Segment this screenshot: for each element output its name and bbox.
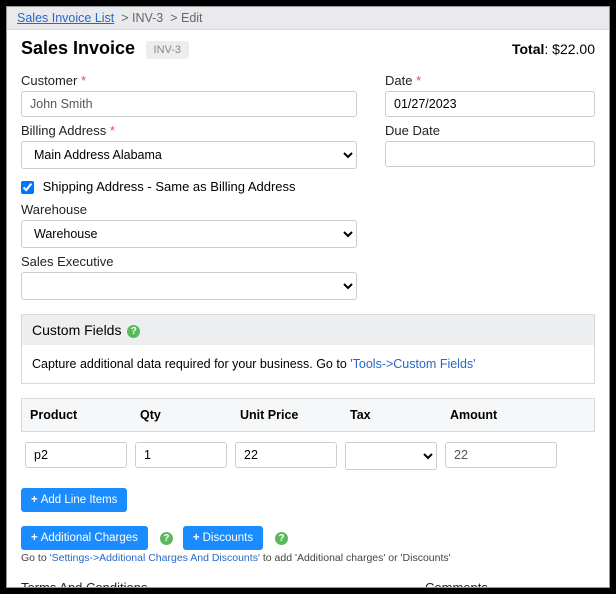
shipping-same-checkbox[interactable] [21, 181, 34, 194]
col-qty: Qty [132, 399, 232, 431]
custom-fields-link[interactable]: 'Tools->Custom Fields' [350, 357, 475, 371]
plus-icon: + [193, 532, 200, 544]
custom-fields-title: Custom Fields [32, 322, 121, 338]
billing-label: Billing Address [21, 123, 357, 138]
discounts-button[interactable]: +Discounts [183, 526, 263, 550]
custom-fields-section: Custom Fields ? Capture additional data … [21, 314, 595, 384]
salesexec-select[interactable] [21, 272, 357, 300]
additional-charges-button[interactable]: +Additional Charges [21, 526, 148, 550]
total-display: Total: $22.00 [512, 41, 595, 57]
col-price: Unit Price [232, 399, 342, 431]
customer-label: Customer [21, 73, 357, 88]
plus-icon: + [31, 532, 38, 544]
help-icon[interactable]: ? [127, 325, 140, 338]
invoice-id-badge: INV-3 [146, 41, 190, 59]
price-input[interactable] [235, 442, 337, 468]
settings-note: Go to 'Settings->Additional Charges And … [21, 552, 595, 564]
tax-select[interactable] [345, 442, 437, 470]
page-title: Sales Invoice [21, 38, 135, 59]
total-value: $22.00 [552, 41, 595, 57]
qty-input[interactable] [135, 442, 227, 468]
breadcrumb: Sales Invoice List > INV-3 > Edit [7, 7, 609, 30]
grid-row [21, 432, 595, 480]
line-items-grid: Product Qty Unit Price Tax Amount [21, 398, 595, 480]
comments-label: Comments [425, 580, 595, 588]
product-input[interactable] [25, 442, 127, 468]
duedate-field[interactable] [385, 141, 595, 167]
custom-fields-text: Capture additional data required for you… [32, 357, 350, 371]
breadcrumb-root-link[interactable]: Sales Invoice List [17, 11, 114, 25]
warehouse-select[interactable]: Warehouse [21, 220, 357, 248]
settings-link[interactable]: 'Settings->Additional Charges And Discou… [50, 552, 260, 564]
col-amount: Amount [442, 399, 562, 431]
date-label: Date [385, 73, 595, 88]
shipping-same-label: Shipping Address - Same as Billing Addre… [43, 179, 296, 194]
col-tax: Tax [342, 399, 442, 431]
salesexec-label: Sales Executive [21, 254, 357, 269]
help-icon[interactable]: ? [275, 532, 288, 545]
col-product: Product [22, 399, 132, 431]
grid-header: Product Qty Unit Price Tax Amount [21, 398, 595, 432]
customer-field[interactable] [21, 91, 357, 117]
date-field[interactable] [385, 91, 595, 117]
amount-output [445, 442, 557, 468]
breadcrumb-mid: INV-3 [132, 11, 163, 25]
total-label: Total [512, 41, 544, 57]
duedate-label: Due Date [385, 123, 595, 138]
add-line-items-button[interactable]: +Add Line Items [21, 488, 127, 512]
billing-select[interactable]: Main Address Alabama [21, 141, 357, 169]
plus-icon: + [31, 494, 38, 506]
warehouse-label: Warehouse [21, 202, 357, 217]
help-icon[interactable]: ? [160, 532, 173, 545]
terms-label: Terms And Conditions [21, 580, 405, 588]
breadcrumb-leaf: Edit [181, 11, 203, 25]
